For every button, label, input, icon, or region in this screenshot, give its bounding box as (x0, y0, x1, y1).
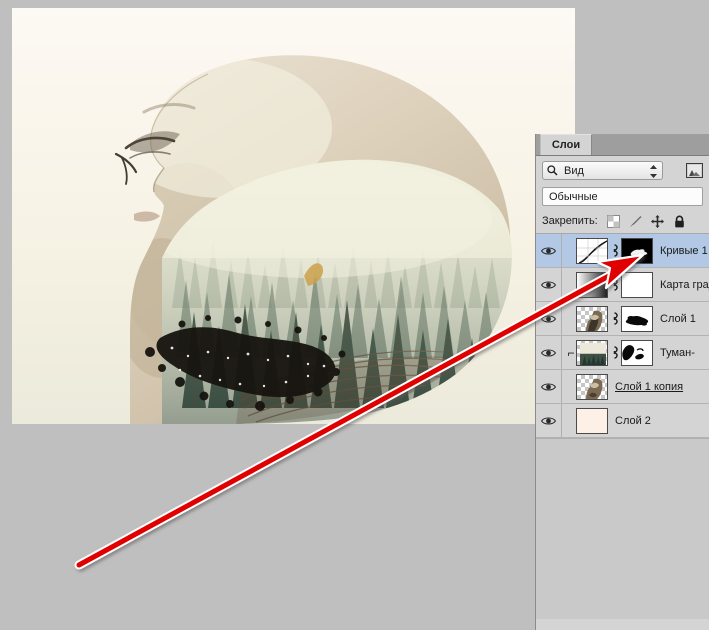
search-icon (547, 165, 558, 176)
filter-thumbnail-toggle[interactable] (686, 163, 703, 178)
table-row[interactable]: ⌐ Туман- (536, 336, 709, 370)
mask-preview (622, 272, 652, 297)
table-row[interactable]: Слой 2 (536, 404, 709, 438)
image-canvas[interactable] (12, 8, 575, 424)
layer-content[interactable]: Карта град (562, 268, 709, 301)
clipping-mask-indicator: ⌐ (567, 345, 575, 360)
panel-tab-bar: Слои (536, 134, 709, 156)
layer-visibility-toggle[interactable] (536, 370, 562, 403)
eye-icon (541, 246, 556, 255)
mask-preview (622, 306, 652, 331)
layer-mask-thumbnail[interactable] (621, 339, 653, 366)
blend-mode-row: Обычные (536, 185, 709, 209)
chain-link-icon (613, 312, 618, 325)
layer-name[interactable]: Слой 1 (660, 313, 696, 325)
mask-link-icon[interactable] (608, 312, 620, 325)
eye-icon (541, 348, 556, 357)
layer-filter-select[interactable]: Вид (542, 161, 663, 180)
blend-mode-select[interactable]: Обычные (542, 187, 703, 206)
layer-name[interactable]: Слой 1 копия (615, 381, 683, 393)
table-row[interactable]: Слой 1 (536, 302, 709, 336)
portrait-preview (586, 310, 603, 331)
eye-icon (541, 314, 556, 323)
layer-mask-thumbnail[interactable] (621, 305, 653, 332)
lock-label: Закрепить: (542, 215, 598, 227)
forest-preview (580, 342, 606, 365)
gradient-map-icon (577, 272, 607, 297)
move-cross-icon[interactable] (650, 214, 664, 228)
brush-icon[interactable] (629, 215, 642, 228)
layer-thumbnail-gradient-map[interactable] (576, 271, 608, 298)
layer-visibility-toggle[interactable] (536, 302, 562, 335)
chain-link-icon (613, 278, 618, 291)
solid-color-preview (577, 408, 607, 433)
layer-thumbnail-curves[interactable] (576, 237, 608, 264)
spinner-up-down-icon[interactable] (650, 165, 657, 178)
layer-visibility-toggle[interactable] (536, 404, 562, 437)
layer-content[interactable]: Слой 1 (562, 302, 709, 335)
artwork-double-exposure (12, 8, 575, 424)
eye-icon (541, 382, 556, 391)
layer-content[interactable]: Слой 1 копия (562, 370, 709, 403)
layer-name[interactable]: Туман- (660, 347, 695, 359)
layer-thumbnail-portrait-copy[interactable] (576, 373, 608, 400)
mask-link-icon[interactable] (608, 278, 620, 291)
filter-row: Вид (536, 156, 709, 185)
layer-visibility-toggle[interactable] (536, 336, 562, 369)
layer-name[interactable]: Слой 2 (615, 415, 651, 427)
chain-link-icon (613, 346, 618, 359)
mask-preview (622, 238, 652, 263)
tab-layers[interactable]: Слои (540, 134, 592, 155)
blend-mode-value: Обычные (549, 190, 598, 203)
layer-mask-thumbnail[interactable] (621, 237, 653, 264)
table-row[interactable]: Кривые 1 (536, 234, 709, 268)
layer-name[interactable]: Кривые 1 (660, 245, 708, 257)
table-row[interactable]: Карта град (536, 268, 709, 302)
mask-preview (622, 340, 652, 365)
portrait-copy-preview (586, 378, 603, 399)
lock-row: Закрепить: (536, 209, 709, 233)
checkerboard-icon[interactable] (606, 214, 620, 228)
layer-thumbnail-forest[interactable] (576, 339, 608, 366)
layer-mask-thumbnail[interactable] (621, 271, 653, 298)
layer-thumbnail-solid[interactable] (576, 407, 608, 434)
mask-link-icon[interactable] (608, 244, 620, 257)
padlock-icon[interactable] (673, 215, 686, 228)
layer-content[interactable]: ⌐ Туман- (562, 336, 709, 369)
layers-panel: Слои Вид Обычные Закрепить: Кривые 1 Кар… (535, 134, 709, 630)
table-row[interactable]: Слой 1 копия (536, 370, 709, 404)
panel-empty-area (536, 438, 709, 619)
layer-list: Кривые 1 Карта гра Слой 1 ⌐ Туман- Слой … (536, 233, 709, 438)
chain-link-icon (613, 244, 618, 257)
tab-layers-label: Слои (551, 139, 581, 151)
layer-name[interactable]: Карта град (660, 279, 709, 291)
layer-content[interactable]: Кривые 1 (562, 234, 709, 267)
image-filter-icon (688, 165, 701, 176)
mask-link-icon[interactable] (608, 346, 620, 359)
layer-visibility-toggle[interactable] (536, 234, 562, 267)
layer-filter-value: Вид (564, 164, 584, 177)
layer-visibility-toggle[interactable] (536, 268, 562, 301)
panel-body: Вид Обычные Закрепить: Кривые 1 Карта гр… (536, 156, 709, 619)
eye-icon (541, 280, 556, 289)
layer-content[interactable]: Слой 2 (562, 404, 709, 437)
curves-adjustment-icon (577, 238, 607, 263)
layer-thumbnail-portrait[interactable] (576, 305, 608, 332)
eye-icon (541, 416, 556, 425)
